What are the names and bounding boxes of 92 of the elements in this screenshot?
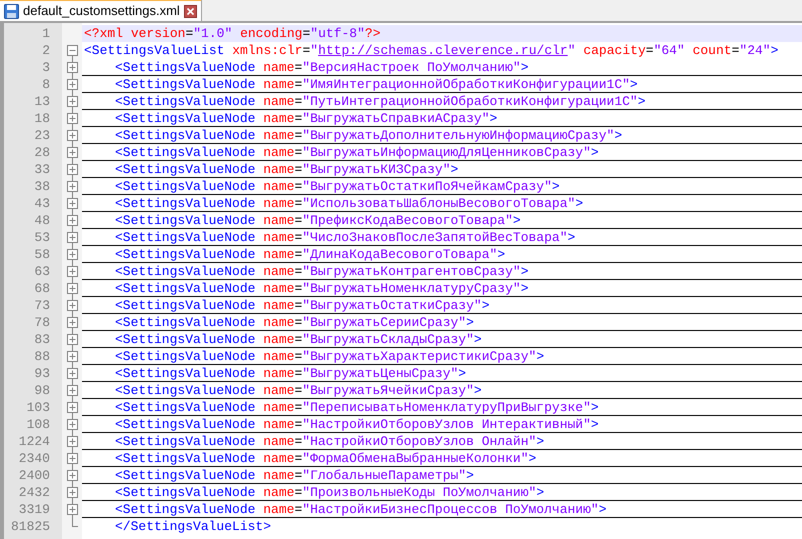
line-number: 88 [34,350,50,363]
line-number: 1224 [18,435,50,448]
code-line: <SettingsValueNode name="ПроизвольныеКоды ПоУмолчанию"> [115,486,544,498]
line-number: 48 [34,214,50,227]
line-number: 2340 [18,452,50,465]
line-number: 18 [34,112,50,125]
code-line: <SettingsValueNode name="ЧислоЗнаковПослеЗапятойВесТовара"> [115,230,576,244]
line-number: 83 [34,333,50,346]
line-number: 73 [34,299,50,312]
line-number: 33 [34,163,50,176]
expand-icon[interactable] [66,113,78,124]
tab-title: default_customsettings.xml [23,2,180,20]
code-line: <SettingsValueNode name="ПрефиксКодаВесовогоТовара"> [115,214,521,226]
expand-icon[interactable] [66,181,78,192]
line-number: 108 [26,418,50,431]
collapse-icon[interactable] [66,45,78,56]
expand-icon[interactable] [66,79,78,90]
line-number: 2 [42,44,50,57]
code-line: <SettingsValueNode name="ВыгружатьИнформациюДляЦенниковСразу"> [115,146,599,158]
code-line: <SettingsValueNode name="ИмяИнтеграционнойОбработкиКонфигурации1С"> [115,78,638,90]
code-line: <SettingsValueList xmlns:clr="http://schemas.cleverence.ru/clr" capacity="64" count="24"> [84,44,778,57]
expand-icon[interactable] [66,453,78,464]
code-line: <SettingsValueNode name="ПереписыватьНоменклатуруПриВыгрузке"> [115,400,599,414]
line-number: 58 [34,248,50,261]
line-number: 68 [34,282,50,295]
line-number: 98 [34,384,50,397]
line-number: 81825 [10,520,50,533]
line-number: 2432 [18,486,50,499]
line-number: 78 [34,316,50,329]
expand-icon[interactable] [66,385,78,396]
line-number: 3 [42,61,50,74]
code-line: <SettingsValueNode name="ДлинаКодаВесовогоТовара"> [115,248,506,260]
line-number: 38 [34,180,50,193]
expand-icon[interactable] [66,266,78,277]
expand-icon[interactable] [66,130,78,141]
code-line: <SettingsValueNode name="ВыгружатьХарактеристикиСразу"> [115,350,544,362]
expand-icon[interactable] [66,334,78,345]
url-link[interactable]: http://schemas.cleverence.ru/clr [318,43,568,58]
expand-icon[interactable] [66,198,78,209]
expand-icon[interactable] [66,164,78,175]
expand-icon[interactable] [66,504,78,515]
line-number: 8 [42,78,50,91]
line-number: 23 [34,129,50,142]
code-line: <SettingsValueNode name="ФормаОбменаВыбранныеКолонки"> [115,452,536,464]
code-line: <SettingsValueNode name="ВыгружатьЦеныСразу"> [115,366,466,380]
code-line: <SettingsValueNode name="ВерсияНастроек ПоУмолчанию"> [115,60,529,74]
code-line: <SettingsValueNode name="НастройкиОтборовУзлов Онлайн"> [115,434,544,448]
line-number: 1 [42,27,50,40]
code-line: <SettingsValueNode name="ПутьИнтеграционнойОбработкиКонфигурации1С"> [115,94,646,108]
expand-icon[interactable] [66,436,78,447]
line-number: 3319 [18,503,50,516]
code-line: <SettingsValueNode name="ВыгружатьЯчейкиСразу"> [115,384,482,396]
code-line: <SettingsValueNode name="ВыгружатьНоменклатуруСразу"> [115,282,529,294]
line-number: 93 [34,367,50,380]
line-number: 13 [34,95,50,108]
expand-icon[interactable] [66,470,78,481]
expand-icon[interactable] [66,215,78,226]
line-number: 28 [34,146,50,159]
code-line: <SettingsValueNode name="НастройкиОтборовУзлов Интерактивный"> [115,418,599,430]
code-line: <SettingsValueNode name="ВыгружатьСерииСразу"> [115,316,474,328]
expand-icon[interactable] [66,487,78,498]
code-line: <SettingsValueNode name="ИспользоватьШаблоныВесовогоТовара"> [115,196,584,210]
line-number: 103 [26,401,50,414]
code-line: <?xml version="1.0" encoding="utf-8"?> [84,27,381,40]
expand-icon[interactable] [66,368,78,379]
code-line: <SettingsValueNode name="ГлобальныеПараметры"> [115,468,474,482]
code-line: </SettingsValueList> [115,520,272,533]
expand-icon[interactable] [66,249,78,260]
code-line: <SettingsValueNode name="ВыгружатьСкладыСразу"> [115,332,482,346]
code-line: <SettingsValueNode name="ВыгружатьКонтрагентовСразу"> [115,264,529,278]
expand-icon[interactable] [66,232,78,243]
code-line: <SettingsValueNode name="ВыгружатьОстаткиПоЯчейкамСразу"> [115,180,560,192]
expand-icon[interactable] [66,147,78,158]
expand-icon[interactable] [66,419,78,430]
code-line: <SettingsValueNode name="ВыгружатьОстаткиСразу"> [115,298,490,312]
line-number: 43 [34,197,50,210]
code-line: <SettingsValueNode name="ВыгружатьКИЗСразу"> [115,162,458,176]
line-number: 63 [34,265,50,278]
expand-icon[interactable] [66,283,78,294]
line-number: 53 [34,231,50,244]
expand-icon[interactable] [66,62,78,73]
expand-icon[interactable] [66,96,78,107]
file-tab[interactable]: default_customsettings.xml [0,0,202,21]
code-line: <SettingsValueNode name="ВыгружатьСправкиАСразу"> [115,112,498,124]
code-line: <SettingsValueNode name="НастройкиБизнесПроцессов ПоУмолчанию"> [115,502,607,516]
line-number: 2400 [18,469,50,482]
expand-icon[interactable] [66,317,78,328]
expand-icon[interactable] [66,402,78,413]
expand-icon[interactable] [66,351,78,362]
close-icon[interactable] [184,4,197,18]
expand-icon[interactable] [66,300,78,311]
code-line: <SettingsValueNode name="ВыгружатьДополнительнуюИнформациюСразу"> [115,128,622,142]
